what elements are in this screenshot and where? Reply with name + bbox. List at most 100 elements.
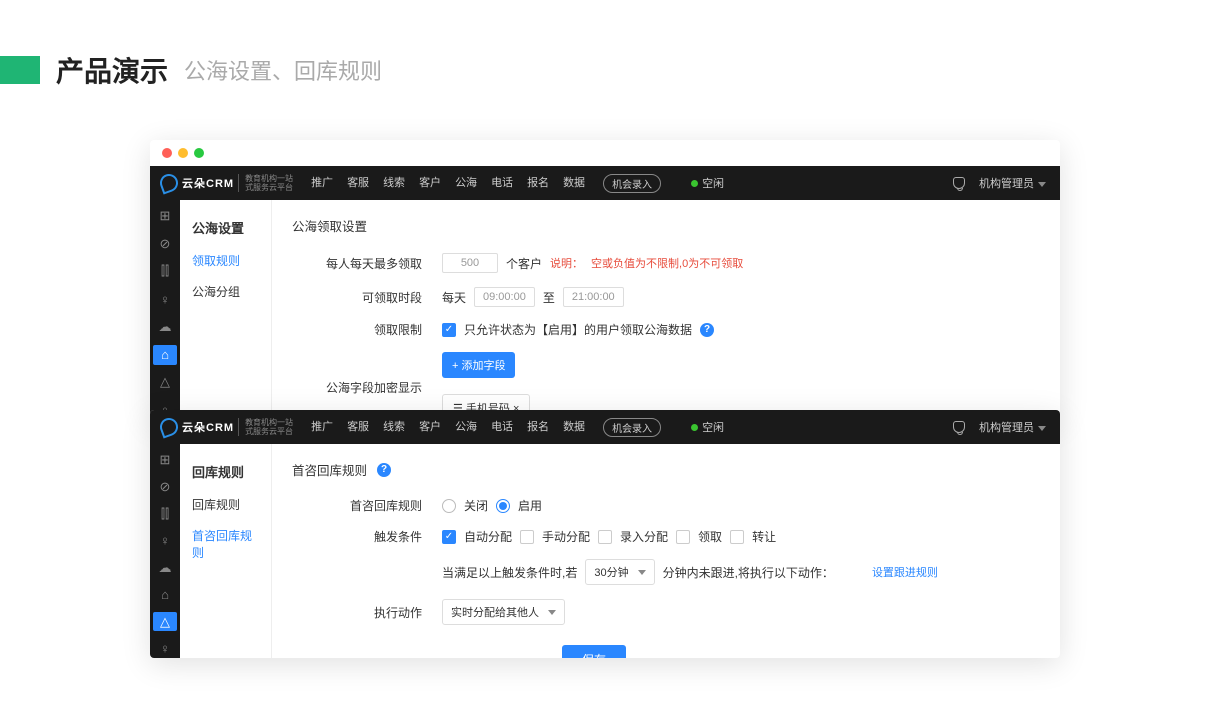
side-menu-item[interactable]: 领取规则 — [180, 245, 271, 276]
hint-prefix: 说明： — [550, 255, 583, 271]
mac-dots — [150, 140, 1060, 166]
iconbar-item[interactable]: ⫿⫿ — [153, 262, 177, 282]
help-icon[interactable]: ? — [700, 323, 714, 337]
bell-icon[interactable] — [953, 421, 965, 433]
iconbar-item[interactable]: ☁ — [153, 317, 177, 337]
iconbar-item[interactable]: △ — [153, 373, 177, 393]
daily-limit-input[interactable]: 500 — [442, 253, 498, 273]
radio-off-label: 关闭 — [464, 497, 488, 514]
nav-item[interactable]: 报名 — [527, 418, 549, 437]
side-menu-title: 公海设置 — [180, 210, 271, 245]
row-condition-text: 当满足以上触发条件时,若 30分钟 分钟内未跟进,将执行以下动作： 设置跟进规则 — [292, 559, 1040, 585]
save-button[interactable]: 保存 — [562, 645, 626, 658]
action-select[interactable]: 实时分配给其他人 — [442, 599, 565, 625]
add-field-button[interactable]: + 添加字段 — [442, 352, 515, 378]
iconbar-item-active[interactable]: ⌂ — [153, 345, 177, 365]
sep: 至 — [543, 289, 555, 306]
nav-item[interactable]: 电话 — [491, 174, 513, 193]
cb-transfer[interactable] — [730, 530, 744, 544]
top-nav: 推广 客服 线索 客户 公海 电话 报名 数据 机会录入 — [311, 174, 661, 193]
minutes-select[interactable]: 30分钟 — [585, 559, 654, 585]
side-menu-title: 回库规则 — [180, 454, 271, 489]
bell-icon[interactable] — [953, 177, 965, 189]
status-dot-icon — [691, 424, 698, 431]
iconbar-item-active[interactable]: △ — [153, 612, 177, 631]
cond-mid: 分钟内未跟进,将执行以下动作： — [663, 564, 834, 581]
topbar-right: 机构管理员 — [953, 175, 1060, 191]
slide-title: 产品演示 — [56, 50, 168, 90]
content-title: 首咨回库规则 ? — [292, 460, 1040, 479]
mac-close-icon[interactable] — [162, 148, 172, 158]
user-menu[interactable]: 机构管理员 — [979, 175, 1046, 191]
opportunity-entry-button[interactable]: 机会录入 — [603, 418, 661, 437]
iconbar-item[interactable]: ♀ — [153, 289, 177, 309]
nav-item[interactable]: 客户 — [419, 174, 441, 193]
side-menu-item[interactable]: 回库规则 — [180, 489, 271, 520]
radio-on[interactable] — [496, 499, 510, 513]
cb-manual[interactable] — [520, 530, 534, 544]
iconbar-item[interactable]: ♀ — [153, 531, 177, 550]
nav-item[interactable]: 公海 — [455, 418, 477, 437]
iconbar-item[interactable]: ⊘ — [153, 234, 177, 254]
opportunity-entry-button[interactable]: 机会录入 — [603, 174, 661, 193]
iconbar-item[interactable]: ☁ — [153, 558, 177, 577]
iconbar-item[interactable]: ♀ — [153, 639, 177, 658]
label: 触发条件 — [292, 528, 442, 545]
nav-item[interactable]: 数据 — [563, 174, 585, 193]
status-label: 空闲 — [702, 419, 724, 435]
nav-item[interactable]: 线索 — [383, 174, 405, 193]
side-menu-item[interactable]: 首咨回库规则 — [180, 520, 271, 568]
status-label: 空闲 — [702, 175, 724, 191]
iconbar: ⊞ ⊘ ⫿⫿ ♀ ☁ ⌂ △ ♀ — [150, 444, 180, 658]
chevron-down-icon — [1038, 426, 1046, 431]
chevron-down-icon — [638, 570, 646, 575]
restrict-checkbox[interactable] — [442, 323, 456, 337]
label: 首咨回库规则 — [292, 497, 442, 514]
radio-off[interactable] — [442, 499, 456, 513]
topbar-right: 机构管理员 — [953, 419, 1060, 435]
cb-input[interactable] — [598, 530, 612, 544]
label: 公海字段加密显示 — [292, 379, 442, 396]
iconbar-item[interactable]: ⊘ — [153, 477, 177, 496]
nav-item[interactable]: 推广 — [311, 418, 333, 437]
nav-item[interactable]: 推广 — [311, 174, 333, 193]
screenshot-1: 云朵CRM 教育机构一站式服务云平台 推广 客服 线索 客户 公海 电话 报名 … — [150, 140, 1060, 420]
time-to-input[interactable]: 21:00:00 — [563, 287, 624, 307]
label: 每人每天最多领取 — [292, 255, 442, 272]
logo-text: 云朵CRM — [182, 175, 234, 191]
mac-minimize-icon[interactable] — [178, 148, 188, 158]
nav-item[interactable]: 报名 — [527, 174, 549, 193]
iconbar-item[interactable]: ⫿⫿ — [153, 504, 177, 523]
hint: 空或负值为不限制,0为不可领取 — [591, 255, 743, 271]
nav-item[interactable]: 线索 — [383, 418, 405, 437]
iconbar-item[interactable]: ⊞ — [153, 206, 177, 226]
iconbar-item[interactable]: ⌂ — [153, 585, 177, 604]
logo[interactable]: 云朵CRM 教育机构一站式服务云平台 — [150, 174, 303, 192]
cond-pre: 当满足以上触发条件时,若 — [442, 564, 577, 581]
nav-item[interactable]: 客服 — [347, 174, 369, 193]
nav-item[interactable]: 公海 — [455, 174, 477, 193]
slide-subtitle: 公海设置、回库规则 — [184, 54, 382, 86]
row-action: 执行动作 实时分配给其他人 — [292, 599, 1040, 625]
nav-item[interactable]: 客服 — [347, 418, 369, 437]
topbar: 云朵CRM 教育机构一站式服务云平台 推广 客服 线索 客户 公海 电话 报名 … — [150, 410, 1060, 444]
iconbar: ⊞ ⊘ ⫿⫿ ♀ ☁ ⌂ △ ♀ — [150, 200, 180, 420]
content-title: 公海领取设置 — [292, 216, 1040, 235]
cb-auto[interactable] — [442, 530, 456, 544]
iconbar-item[interactable]: ⊞ — [153, 450, 177, 469]
chevron-down-icon — [548, 610, 556, 615]
help-icon[interactable]: ? — [377, 463, 391, 477]
side-menu-item[interactable]: 公海分组 — [180, 276, 271, 307]
row-rule-toggle: 首咨回库规则 关闭 启用 — [292, 497, 1040, 514]
nav-item[interactable]: 电话 — [491, 418, 513, 437]
screenshot-2: 云朵CRM 教育机构一站式服务云平台 推广 客服 线索 客户 公海 电话 报名 … — [150, 410, 1060, 658]
cb-claim[interactable] — [676, 530, 690, 544]
user-menu[interactable]: 机构管理员 — [979, 419, 1046, 435]
nav-item[interactable]: 客户 — [419, 418, 441, 437]
logo[interactable]: 云朵CRM 教育机构一站式服务云平台 — [150, 418, 303, 436]
nav-item[interactable]: 数据 — [563, 418, 585, 437]
mac-zoom-icon[interactable] — [194, 148, 204, 158]
label: 领取限制 — [292, 321, 442, 338]
followup-rule-link[interactable]: 设置跟进规则 — [872, 564, 938, 580]
time-from-input[interactable]: 09:00:00 — [474, 287, 535, 307]
